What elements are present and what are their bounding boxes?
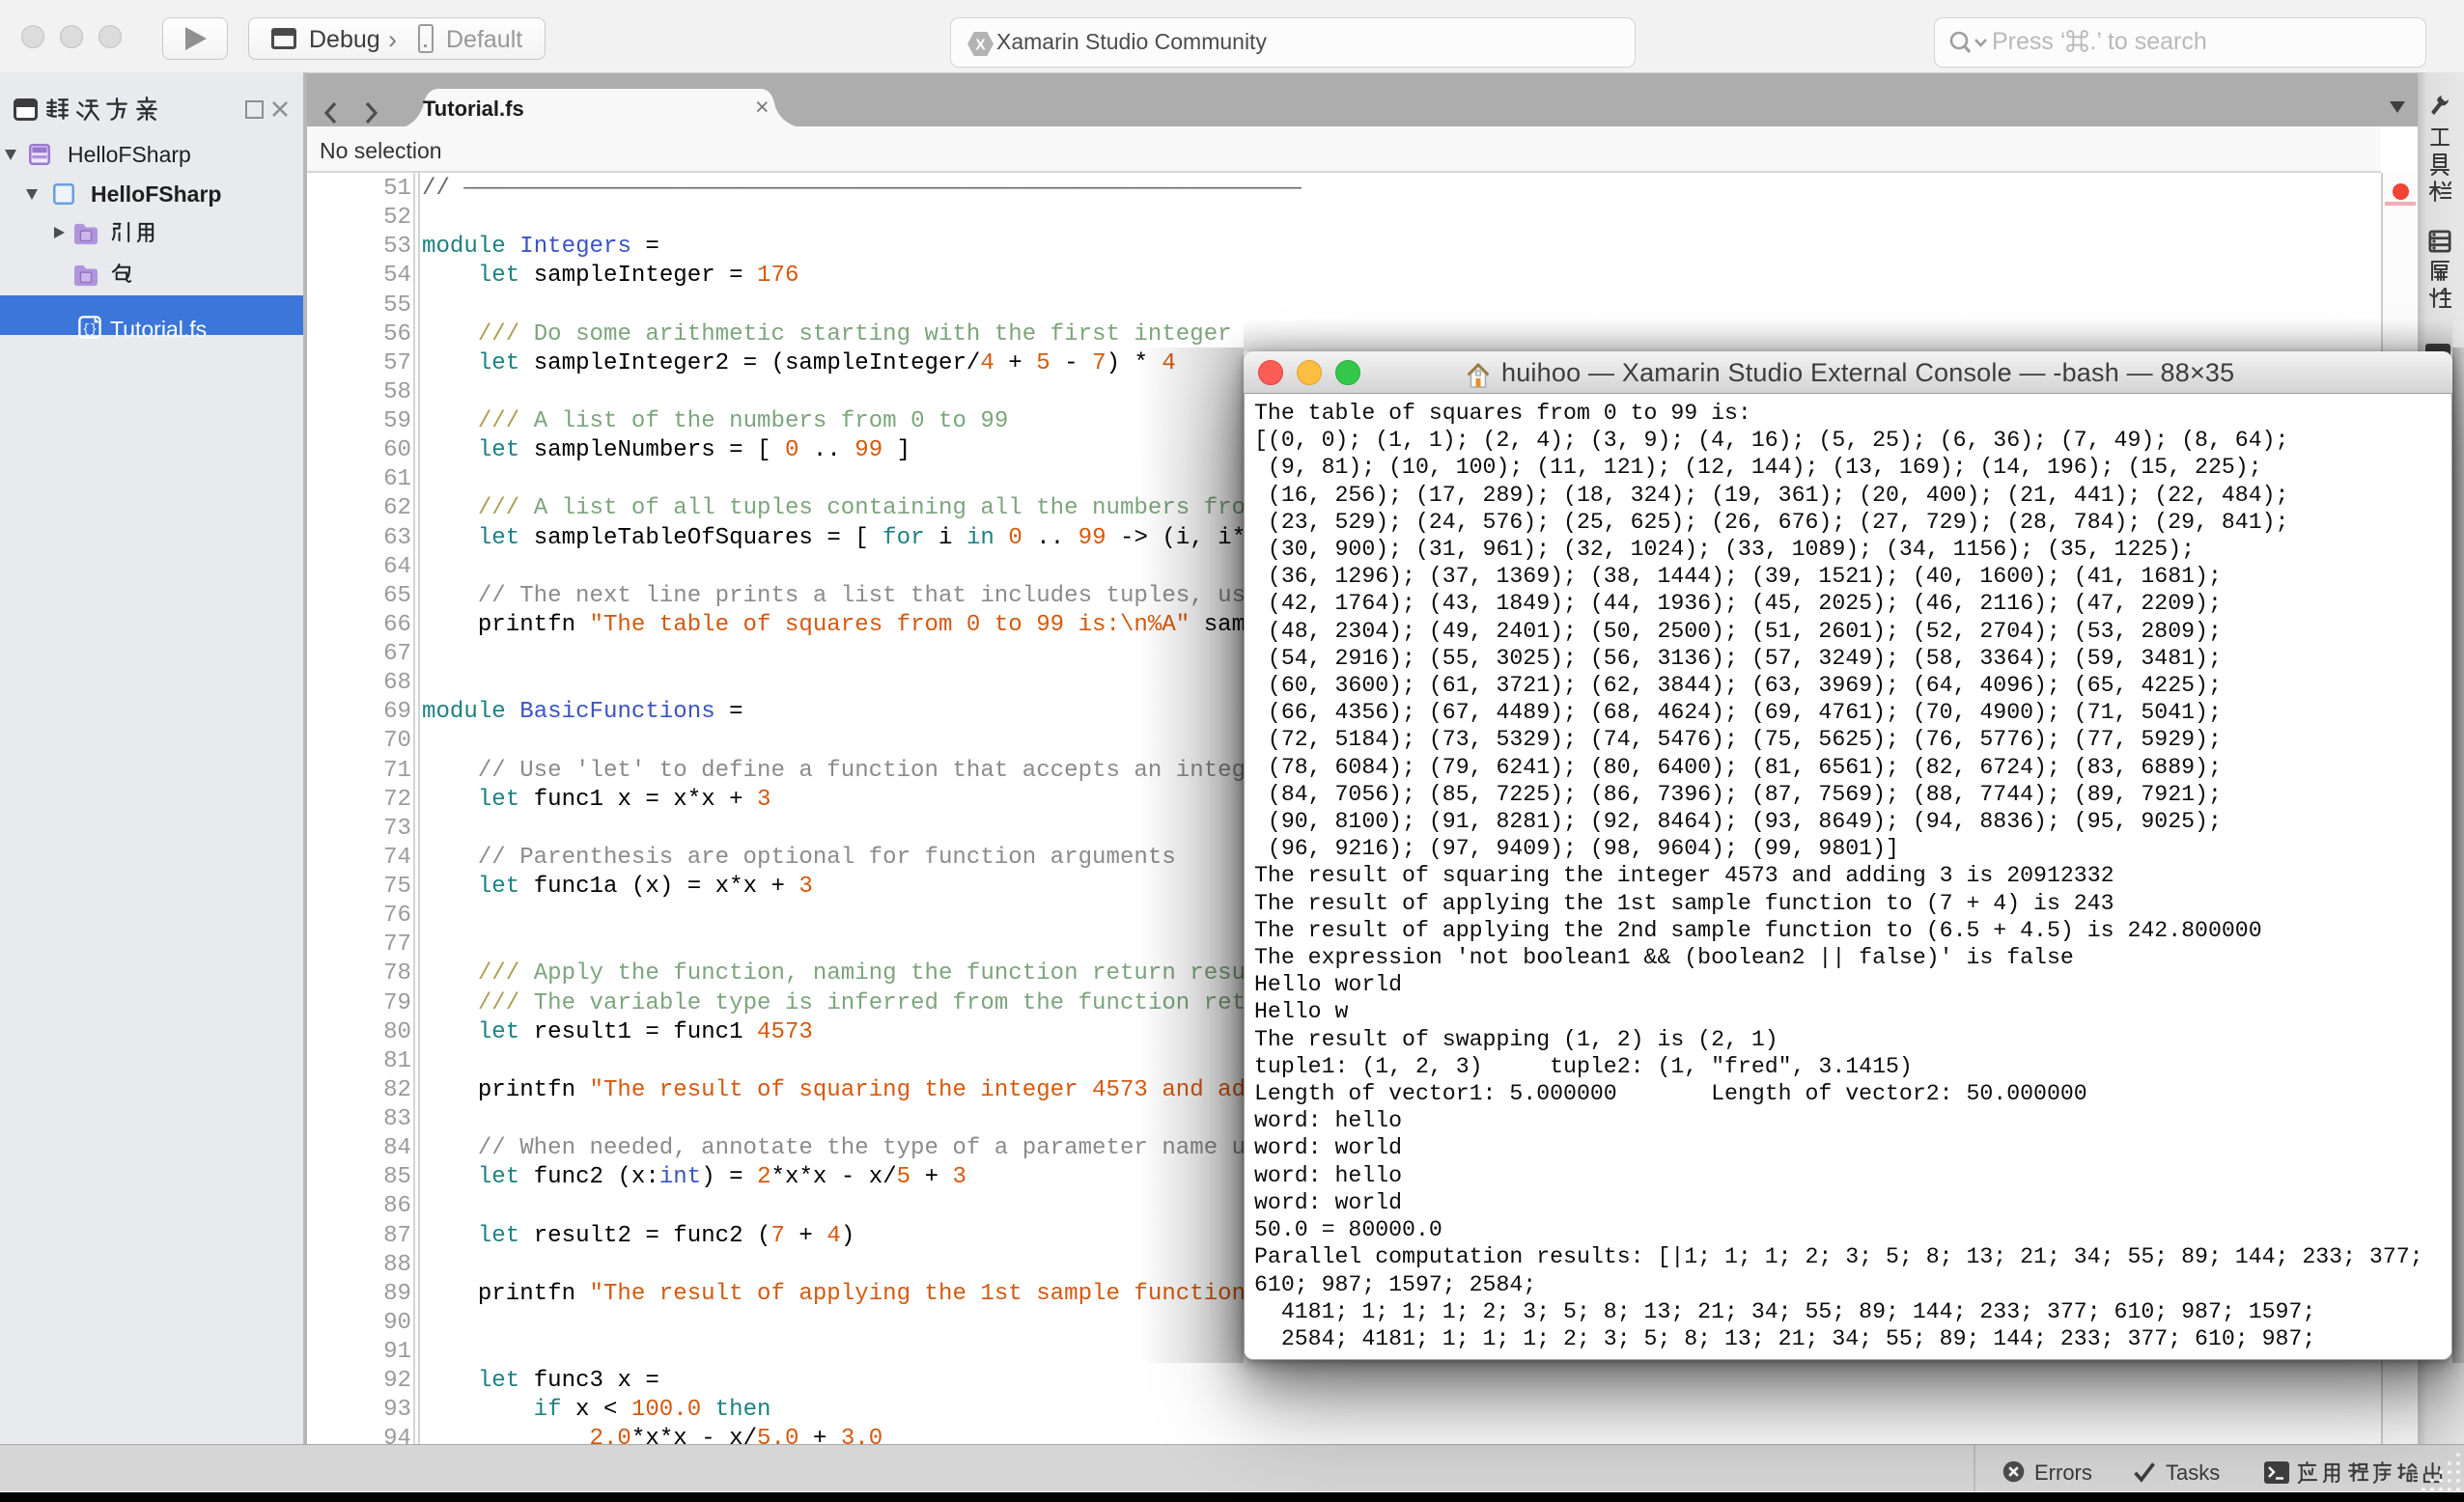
svg-text:X: X	[975, 37, 986, 53]
svg-text:{}: {}	[82, 322, 98, 337]
